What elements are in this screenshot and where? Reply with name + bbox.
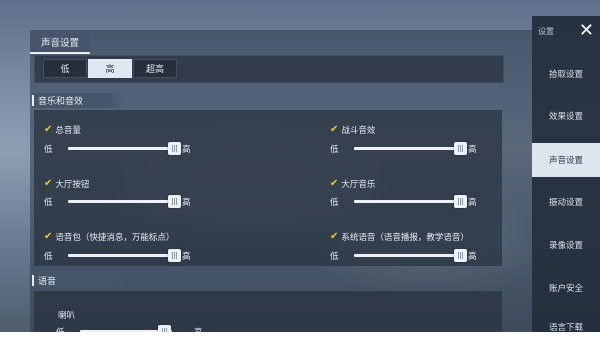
slider-thumb[interactable]	[168, 249, 181, 262]
slider-high-label: 高	[182, 145, 191, 155]
slider-high-label: 高	[182, 252, 191, 262]
item-label: 大厅按钮	[55, 180, 90, 190]
checkmark-icon[interactable]: ✔	[44, 232, 52, 242]
slider-high-label: 高	[182, 198, 191, 208]
item-label: 语音包（快捷消息，万能标点）	[55, 233, 175, 243]
sidebar-item-effects[interactable]: 效果设置	[532, 100, 600, 132]
slider-thumb[interactable]	[168, 195, 181, 208]
checkmark-icon[interactable]: ✔	[330, 125, 338, 135]
settings-sidebar: 设置 ✕ 拾取设置 效果设置 声音设置 振动设置 录像设置 账户安全 语言下载	[532, 16, 600, 332]
game-screen: 声音设置 低 高 超高 音乐和音效 ✔ 总音量 低 高 ✔ 战斗音效 低 高 ✔…	[0, 0, 600, 332]
section-header-voice: 语音	[32, 273, 126, 288]
slider-thumb[interactable]	[168, 142, 181, 155]
lobby-buttons-slider[interactable]	[68, 200, 180, 203]
item-label: 系统语音（语音播报，教学语音）	[341, 233, 469, 243]
slider-low-label: 低	[44, 198, 53, 208]
checkmark-icon[interactable]: ✔	[330, 232, 338, 242]
item-label: 大厅音乐	[341, 180, 376, 190]
voice-pack-slider[interactable]	[68, 254, 180, 257]
sidebar-item-account-security[interactable]: 账户安全	[532, 272, 600, 304]
master-volume-item[interactable]: ✔ 总音量	[44, 124, 81, 137]
sidebar-item-language-download[interactable]: 语言下载	[532, 321, 600, 332]
quality-low-button[interactable]: 低	[43, 59, 87, 78]
lobby-music-item[interactable]: ✔ 大厅音乐	[330, 178, 376, 191]
system-voice-item[interactable]: ✔ 系统语音（语音播报，教学语音）	[330, 231, 469, 244]
system-voice-slider[interactable]	[354, 254, 466, 257]
quality-high-button[interactable]: 高	[88, 59, 132, 78]
checkmark-icon[interactable]: ✔	[330, 179, 338, 189]
sidebar-item-pickup[interactable]: 拾取设置	[532, 58, 600, 90]
voice-pack-item[interactable]: ✔ 语音包（快捷消息，万能标点）	[44, 231, 175, 244]
sidebar-item-sound[interactable]: 声音设置	[532, 143, 600, 177]
sidebar-header-label: 设置	[538, 26, 554, 36]
slider-low-label: 低	[330, 145, 339, 155]
lobby-buttons-item[interactable]: ✔ 大厅按钮	[44, 178, 90, 191]
sidebar-header: 设置 ✕	[532, 16, 600, 46]
checkmark-icon[interactable]: ✔	[44, 125, 52, 135]
item-label: 战斗音效	[341, 126, 376, 136]
lobby-music-slider[interactable]	[354, 200, 466, 203]
slider-low-label: 低	[56, 326, 65, 332]
tab-sound-settings[interactable]: 声音设置	[30, 32, 90, 54]
quality-ultra-button[interactable]: 超高	[133, 59, 177, 78]
slider-low-label: 低	[330, 198, 339, 208]
close-icon[interactable]: ✕	[579, 22, 594, 40]
voice-section-body	[34, 291, 502, 332]
item-label: 总音量	[55, 126, 81, 136]
speaker-label: 喇叭	[58, 311, 76, 321]
slider-low-label: 低	[330, 252, 339, 262]
slider-high-label: 高	[194, 326, 203, 332]
slider-high-label: 高	[468, 252, 477, 262]
sidebar-item-recording[interactable]: 录像设置	[532, 229, 600, 261]
sound-quality-selector: 低 高 超高	[34, 55, 504, 83]
slider-high-label: 高	[468, 145, 477, 155]
slider-thumb[interactable]	[454, 195, 467, 208]
slider-thumb[interactable]	[454, 142, 467, 155]
section-header-music: 音乐和音效	[32, 93, 126, 108]
battle-sfx-item[interactable]: ✔ 战斗音效	[330, 124, 376, 137]
master-volume-slider[interactable]	[68, 147, 180, 150]
checkmark-icon[interactable]: ✔	[44, 179, 52, 189]
slider-low-label: 低	[44, 145, 53, 155]
slider-thumb[interactable]	[158, 325, 171, 332]
slider-high-label: 高	[468, 198, 477, 208]
slider-thumb[interactable]	[454, 249, 467, 262]
battle-sfx-slider[interactable]	[354, 147, 466, 150]
sidebar-item-vibration[interactable]: 振动设置	[532, 186, 600, 218]
slider-low-label: 低	[44, 252, 53, 262]
